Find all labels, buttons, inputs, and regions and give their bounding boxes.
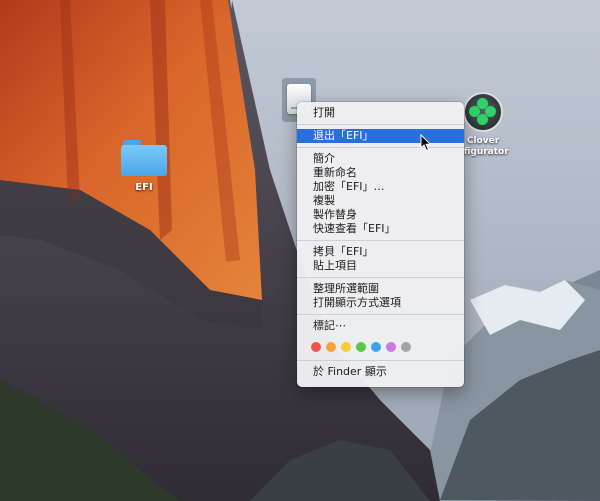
- menu-separator: [297, 277, 464, 278]
- menu-item-rename[interactable]: 重新命名: [297, 166, 464, 180]
- menu-item-show-in-finder[interactable]: 於 Finder 顯示: [297, 365, 464, 379]
- menu-separator: [297, 147, 464, 148]
- menu-item-encrypt[interactable]: 加密「EFI」…: [297, 180, 464, 194]
- folder-icon: [121, 140, 167, 176]
- tag-orange[interactable]: [326, 342, 336, 352]
- tag-color-row: [297, 338, 464, 356]
- efi-folder-icon[interactable]: EFI: [112, 140, 176, 193]
- menu-item-copy[interactable]: 拷貝「EFI」: [297, 245, 464, 259]
- menu-item-duplicate[interactable]: 複製: [297, 194, 464, 208]
- tag-red[interactable]: [311, 342, 321, 352]
- context-menu: 打開 退出「EFI」 簡介 重新命名 加密「EFI」… 複製 製作替身 快速查看…: [297, 102, 464, 387]
- menu-item-make-alias[interactable]: 製作替身: [297, 208, 464, 222]
- clover-icon: [463, 92, 503, 132]
- mouse-pointer-icon: [420, 134, 432, 152]
- menu-separator: [297, 360, 464, 361]
- menu-item-eject[interactable]: 退出「EFI」: [297, 129, 464, 143]
- tag-green[interactable]: [356, 342, 366, 352]
- menu-item-quick-look[interactable]: 快速查看「EFI」: [297, 222, 464, 236]
- menu-separator: [297, 240, 464, 241]
- menu-separator: [297, 314, 464, 315]
- menu-item-get-info[interactable]: 簡介: [297, 152, 464, 166]
- tag-purple[interactable]: [386, 342, 396, 352]
- tag-blue[interactable]: [371, 342, 381, 352]
- menu-item-clean-up[interactable]: 整理所選範圍: [297, 282, 464, 296]
- menu-item-show-view-options[interactable]: 打開顯示方式選項: [297, 296, 464, 310]
- tag-yellow[interactable]: [341, 342, 351, 352]
- desktop: EFI Clover nfigurator 打開 退出「EFI」 簡介 重新命名…: [0, 0, 600, 501]
- menu-separator: [297, 124, 464, 125]
- menu-item-open[interactable]: 打開: [297, 106, 464, 120]
- menu-item-tags[interactable]: 標記⋯: [297, 319, 464, 333]
- efi-folder-label: EFI: [135, 182, 153, 193]
- tag-gray[interactable]: [401, 342, 411, 352]
- menu-item-paste[interactable]: 貼上項目: [297, 259, 464, 273]
